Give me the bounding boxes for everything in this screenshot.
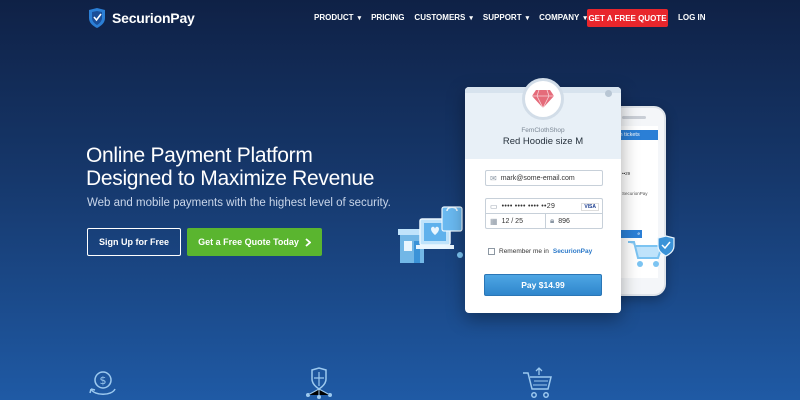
nav-label: PRODUCT (314, 13, 354, 22)
nav-label: SUPPORT (482, 13, 522, 22)
phone-card-digits: ••29 (622, 171, 631, 176)
brand-name: SecurionPay (112, 10, 195, 26)
phone-brand: SecurionPay (622, 191, 648, 196)
chevron-down-icon: ▾ (469, 14, 473, 22)
hero-title-line1: Online Payment Platform (86, 144, 313, 167)
email-field[interactable]: ✉ mark@some-email.com (485, 170, 603, 186)
phone-speaker (622, 116, 646, 119)
shop-logo-badge (522, 78, 564, 120)
chevron-down-icon: ▾ (357, 14, 362, 22)
expiry-value: 12 / 25 (501, 217, 523, 225)
nav-label: CUSTOMERS (414, 13, 466, 22)
diamond-icon (532, 89, 554, 109)
free-quote-today-label: Get a Free Quote Today (198, 237, 299, 247)
svg-text:$: $ (100, 374, 107, 387)
product-name: Red Hoodie size M (502, 136, 584, 147)
checkbox-box[interactable] (488, 248, 495, 255)
chevron-down-icon: ▾ (525, 14, 530, 22)
remember-brand: SecurionPay (552, 248, 593, 255)
lock-icon: 🔒︎ (550, 216, 555, 225)
checkout-card: FemClothShop Red Hoodie size M ✉ mark@so… (465, 87, 621, 313)
cvc-value: 896 (558, 217, 570, 225)
cvc-field[interactable]: 🔒︎ 896 (545, 213, 603, 229)
hero-subtitle: Web and mobile payments with the highest… (87, 197, 391, 209)
nav-customers[interactable]: CUSTOMERS ▾ (414, 13, 472, 22)
envelope-icon: ✉ (490, 173, 497, 183)
get-free-quote-button[interactable]: GET A FREE QUOTE (587, 9, 668, 27)
visa-logo: VISA (581, 202, 599, 211)
shop-name: FemClothShop (521, 127, 565, 134)
remember-label: Remember me in (499, 248, 549, 255)
credit-card-icon: ▭ (490, 202, 498, 211)
nav-pricing[interactable]: PRICING (371, 13, 404, 22)
main-menu: PRODUCT ▾ PRICING CUSTOMERS ▾ SUPPORT ▾ COM… (314, 13, 597, 22)
hero-title: Online Payment Platform Designed to Maxi… (86, 144, 416, 190)
top-navigation: SecurionPay PRODUCT ▾ PRICING CUSTOMERS ▾ … (0, 0, 800, 36)
expiry-field[interactable]: ▦ 12 / 25 (485, 213, 546, 229)
calendar-icon: ▦ (490, 216, 498, 226)
pay-button[interactable]: Pay $14.99 (484, 274, 602, 296)
shield-network-icon (306, 367, 332, 399)
nav-support[interactable]: SUPPORT ▾ (483, 13, 529, 22)
shield-logo-icon (89, 8, 105, 28)
nav-label: PRICING (371, 13, 405, 22)
sign-up-button[interactable]: Sign Up for Free (87, 228, 181, 256)
email-value: mark@some-email.com (500, 174, 575, 182)
free-quote-today-button[interactable]: Get a Free Quote Today (187, 228, 322, 256)
nav-product[interactable]: PRODUCT ▾ (314, 13, 361, 22)
card-number-value: •••• •••• •••• ••29 (501, 203, 556, 210)
shopping-cart-icon (523, 367, 552, 398)
store-laptop-illustration (398, 206, 463, 263)
card-number-field[interactable]: ▭ •••• •••• •••• ••29 VISA (485, 198, 603, 214)
nav-label: COMPANY (539, 13, 580, 22)
chevron-right-icon (305, 237, 311, 247)
hero-title-line2: Designed to Maximize Revenue (86, 167, 375, 190)
close-icon[interactable] (605, 90, 612, 97)
cart-shield-illustration (628, 235, 675, 267)
login-link[interactable]: LOG IN (678, 13, 706, 22)
logo[interactable]: SecurionPay (88, 8, 195, 28)
nav-company[interactable]: COMPANY ▾ (539, 13, 587, 22)
dollar-exchange-icon: $ (89, 371, 116, 395)
remember-me-checkbox[interactable]: Remember me in SecurionPay (488, 248, 592, 255)
